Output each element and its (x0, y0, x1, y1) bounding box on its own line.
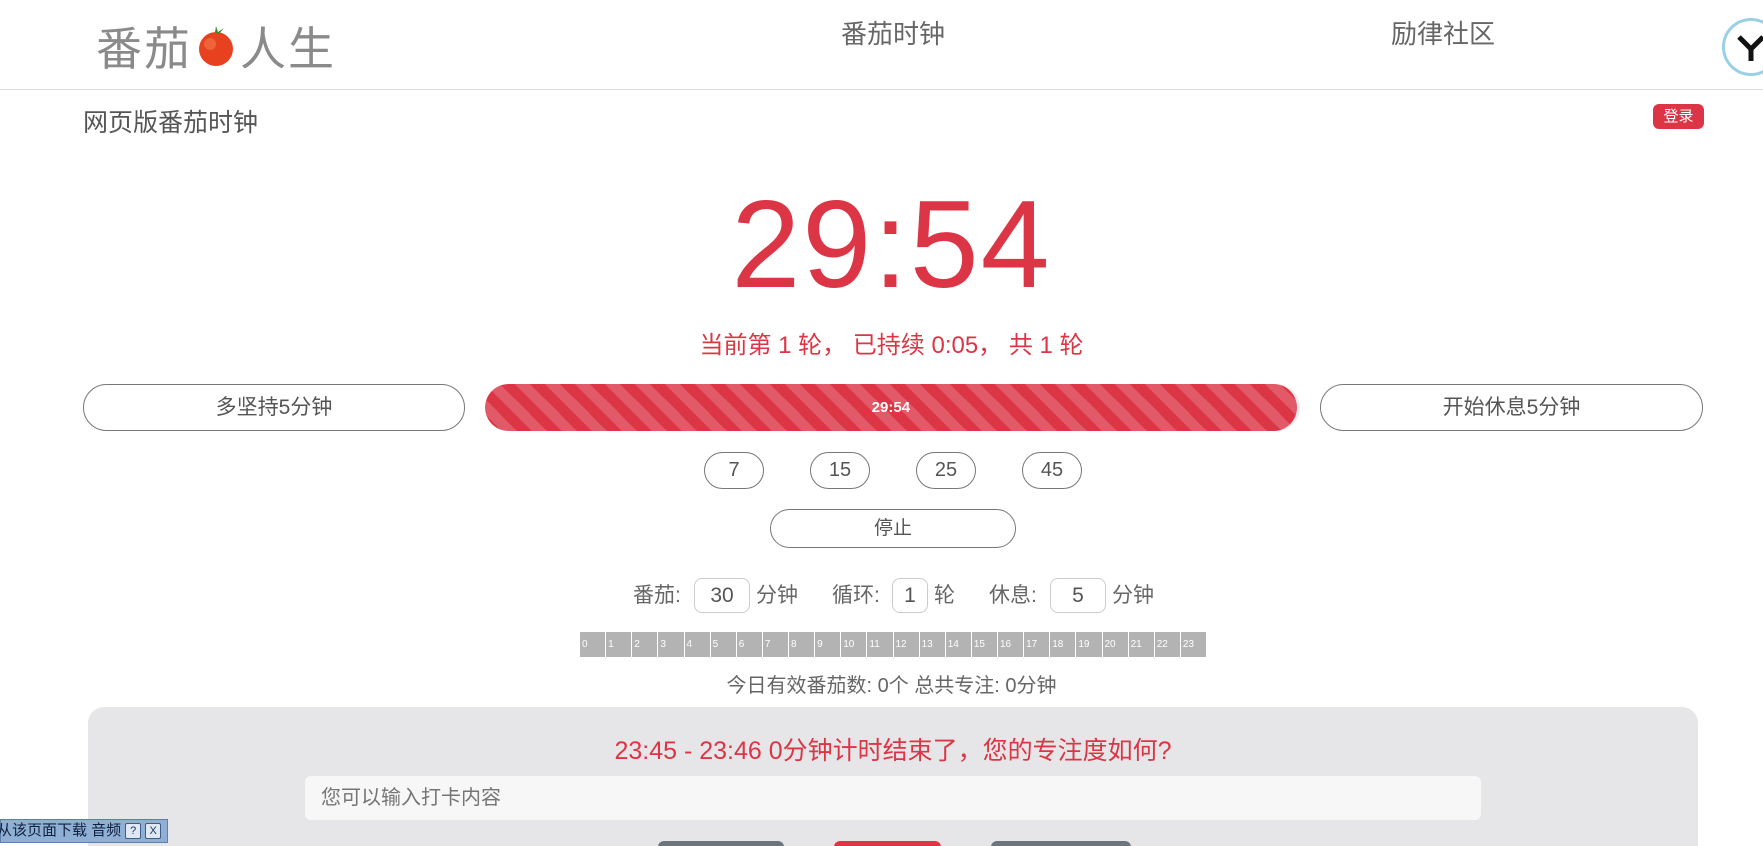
feedback-button-3[interactable] (991, 841, 1131, 846)
hour-cell: 9 (814, 632, 840, 657)
today-stats: 今日有效番茄数: 0个 总共专注: 0分钟 (726, 675, 1057, 697)
stop-button[interactable]: 停止 (770, 509, 1016, 548)
tomato-length-input[interactable]: 30 (694, 578, 750, 613)
site-logo[interactable]: 番茄 人生 (96, 18, 336, 76)
hour-cell: 12 (892, 632, 919, 657)
cycle-label: 循环: (832, 584, 880, 607)
checkin-input[interactable] (305, 776, 1481, 820)
hour-cell: 0 (582, 639, 588, 650)
feedback-button-1[interactable] (658, 841, 784, 846)
hour-cell: 1 (605, 632, 631, 657)
top-navbar: 番茄 人生 番茄时钟 励律社区 (0, 0, 1763, 90)
hour-cell: 18 (1049, 632, 1075, 657)
hour-cell: 16 (997, 632, 1023, 657)
hour-cell: 3 (657, 632, 683, 657)
start-rest-button[interactable]: 开始休息5分钟 (1320, 384, 1703, 431)
hour-cell: 20 (1101, 632, 1128, 657)
cycle-input[interactable]: 1 (892, 578, 928, 613)
hour-cell: 15 (970, 632, 997, 657)
hour-cell: 10 (840, 632, 866, 657)
tomato-icon (194, 24, 238, 68)
preset-15-button[interactable]: 15 (810, 452, 870, 489)
close-icon[interactable]: X (145, 823, 162, 839)
countdown-display: 29:54 (731, 176, 1052, 314)
nav-community[interactable]: 励律社区 (1391, 14, 1495, 51)
hour-cell: 21 (1127, 632, 1154, 657)
rest-label: 休息: (989, 584, 1037, 607)
hour-cell: 5 (709, 632, 736, 657)
progress-fill: 29:54 (485, 384, 1297, 431)
preset-45-button[interactable]: 45 (1022, 452, 1082, 489)
hour-cell: 23 (1179, 632, 1206, 657)
hour-cell: 11 (866, 632, 892, 657)
nav-tomato-clock[interactable]: 番茄时钟 (841, 14, 945, 51)
feedback-title: 23:45 - 23:46 0分钟计时结束了，您的专注度如何? (614, 737, 1172, 765)
hour-cell: 22 (1153, 632, 1180, 657)
preset-25-button[interactable]: 25 (916, 452, 976, 489)
hour-cell: 19 (1075, 632, 1101, 657)
hour-cell: 17 (1023, 632, 1049, 657)
hour-cell: 14 (944, 632, 971, 657)
rest-unit: 分钟 (1112, 584, 1154, 607)
round-info: 当前第 1 轮， 已持续 0:05， 共 1 轮 (699, 332, 1084, 359)
hour-timeline: 0 1 2 3 4 5 6 7 8 9 10 11 12 13 14 15 16 17 18 19 20 21 22 23 (580, 632, 1206, 657)
logo-text-left: 番茄 (96, 22, 192, 76)
hour-cell: 4 (683, 632, 710, 657)
logo-text-right: 人生 (240, 22, 336, 76)
hour-cell: 6 (735, 632, 762, 657)
hour-cell: 7 (761, 632, 788, 657)
cycle-unit: 轮 (934, 584, 955, 607)
hour-cell: 2 (631, 632, 657, 657)
help-icon[interactable]: ? (125, 823, 142, 839)
rest-input[interactable]: 5 (1050, 578, 1106, 613)
page-title: 网页版番茄时钟 (83, 109, 259, 137)
feedback-button-2[interactable] (834, 841, 941, 846)
download-audio-label[interactable]: 从该页面下载 音频 (0, 820, 121, 842)
preset-7-button[interactable]: 7 (704, 452, 764, 489)
progress-bar: 29:54 (485, 384, 1300, 431)
avatar[interactable] (1722, 18, 1763, 76)
feedback-panel: 23:45 - 23:46 0分钟计时结束了，您的专注度如何? (88, 707, 1698, 846)
extend-5min-button[interactable]: 多坚持5分钟 (83, 384, 465, 431)
tomato-length-unit: 分钟 (756, 584, 798, 607)
hour-cell: 13 (918, 632, 945, 657)
hour-cell: 8 (788, 632, 814, 657)
media-download-bar[interactable]: 从该页面下载 音频 ? X (0, 819, 169, 843)
login-button[interactable]: 登录 (1653, 104, 1704, 129)
tomato-length-label: 番茄: (633, 584, 681, 607)
avatar-logo-icon (1737, 35, 1763, 61)
